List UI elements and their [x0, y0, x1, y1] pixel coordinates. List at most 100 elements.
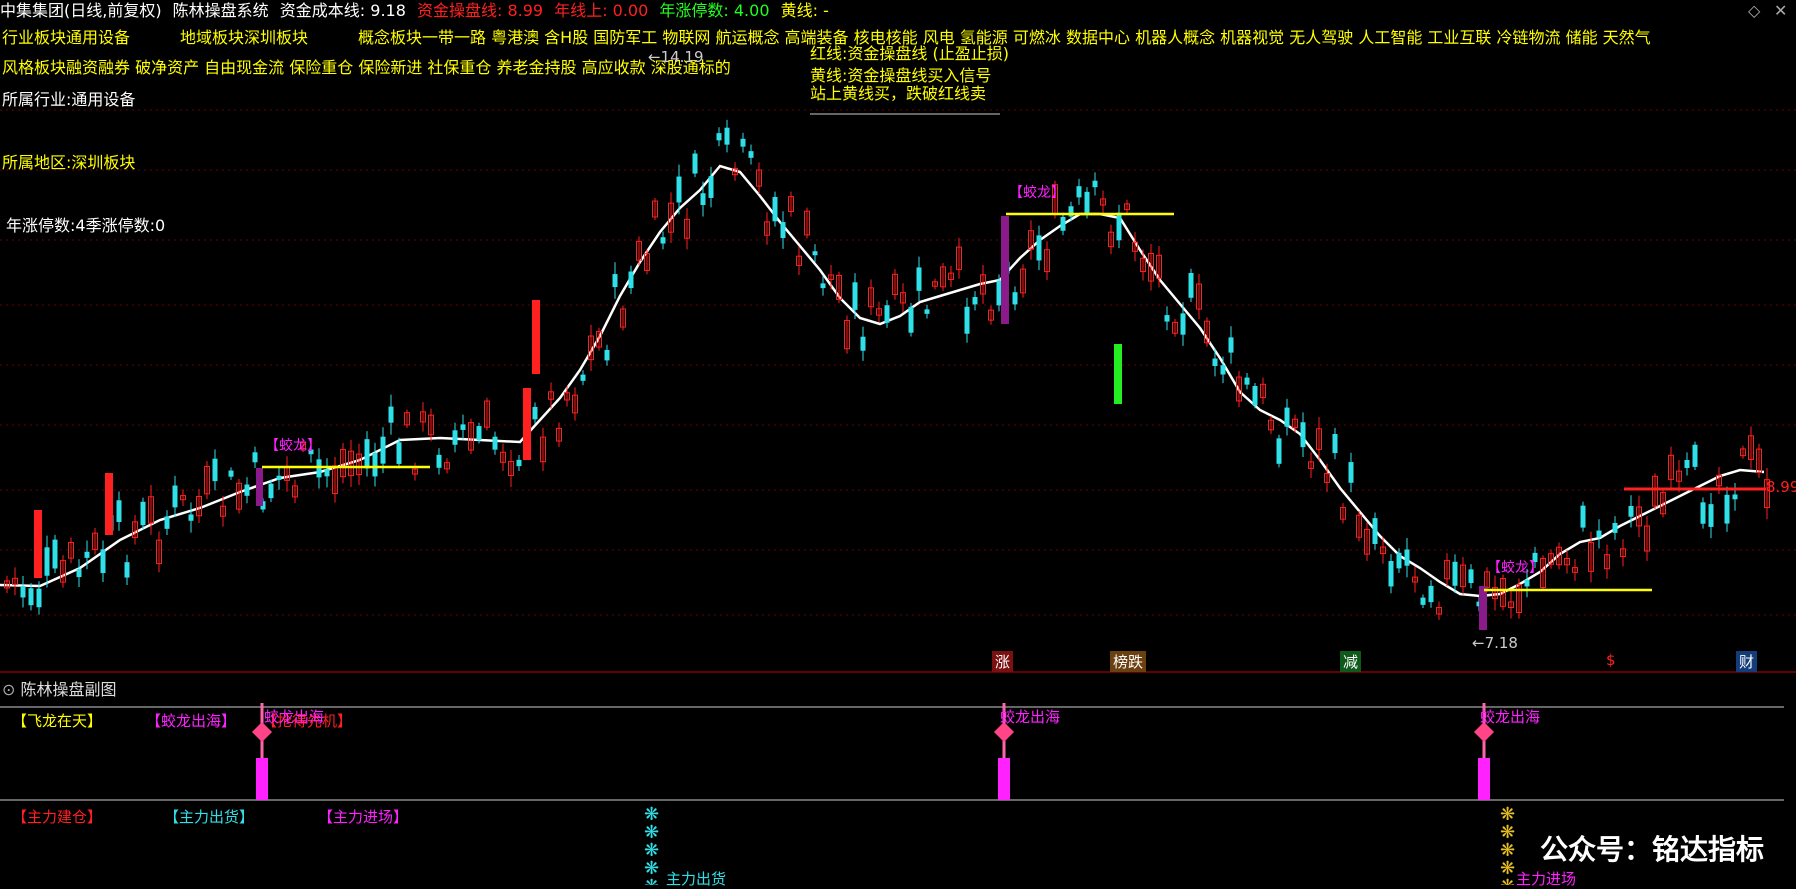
- candle-body: [908, 306, 914, 333]
- candle-body: [1084, 191, 1090, 214]
- candle-body: [1252, 385, 1258, 406]
- candle-body: [708, 176, 714, 198]
- signal-bar: [256, 758, 268, 800]
- butterfly-icon: ❋: [644, 876, 659, 885]
- diamond-icon[interactable]: ◇: [1748, 1, 1760, 20]
- candle-body: [1684, 459, 1690, 468]
- candle-body: [212, 458, 218, 482]
- candle-body: [604, 349, 610, 361]
- candle-body: [1428, 585, 1434, 603]
- candle-body: [692, 153, 698, 174]
- stock-title[interactable]: 中集集团(日线,前复权): [0, 1, 162, 20]
- signal-bar: [256, 468, 263, 506]
- candle-body: [780, 222, 786, 239]
- candle-body: [116, 500, 122, 522]
- yellow-line-label: 黄线: -: [780, 1, 829, 20]
- collapse-icon[interactable]: ⊙: [2, 680, 15, 699]
- candle-body: [396, 442, 402, 464]
- legend-sell: 【主力出货】: [164, 808, 255, 826]
- limit-up-bar: [105, 473, 113, 535]
- event-dollar[interactable]: $: [1606, 651, 1616, 669]
- candle-body: [1372, 518, 1378, 544]
- event-zhang[interactable]: 涨: [992, 651, 1014, 672]
- candle-body: [1724, 494, 1730, 524]
- high-price-label: ←14.19: [648, 48, 704, 66]
- candle-body: [1332, 433, 1338, 454]
- event-cai[interactable]: 财: [1736, 651, 1758, 672]
- cost-line-label: 资金成本线: 9.18: [279, 1, 406, 20]
- candle-body: [852, 282, 858, 310]
- candle-body: [172, 485, 178, 508]
- candle-body: [628, 271, 634, 289]
- subchart-title-row[interactable]: ⊙ 陈林操盘副图: [2, 676, 117, 700]
- trade-line-label: 资金操盘线: 8.99: [416, 1, 544, 20]
- signal-jiaolong-2: 蛟龙出海: [1000, 708, 1061, 726]
- candle-body: [1732, 494, 1738, 500]
- limit-count-label: 年涨停数: 4.00: [659, 1, 770, 20]
- signal-bar: [1479, 586, 1487, 630]
- candle-body: [1220, 365, 1226, 375]
- year-limit-label: 年线上: 0.00: [554, 1, 649, 20]
- candle-body: [252, 452, 258, 463]
- candle-body: [276, 475, 282, 480]
- limit-down-bar: [1114, 344, 1122, 404]
- low-price-value: 7.18: [1484, 634, 1518, 652]
- legend-line-3: 站上黄线买，跌破红线卖: [810, 84, 987, 103]
- candle-body: [244, 484, 250, 496]
- limit-up-bar: [532, 300, 540, 374]
- close-icon[interactable]: ✕: [1774, 1, 1787, 20]
- candle-body: [1404, 549, 1410, 566]
- candle-body: [916, 267, 922, 291]
- region-block: 地域板块深圳板块: [180, 28, 309, 47]
- candle-body: [1524, 579, 1530, 587]
- low-price-label: ←7.18: [1472, 634, 1518, 652]
- candle-body: [1708, 504, 1714, 527]
- candle-body: [924, 309, 930, 314]
- candle-body: [748, 151, 754, 158]
- candle-body: [44, 547, 50, 576]
- signal-bar: [998, 758, 1010, 800]
- candle-body: [124, 562, 130, 578]
- candle-body: [164, 516, 170, 529]
- candle-body: [28, 588, 34, 606]
- header-bar: 中集集团(日线,前复权) 陈林操盘系统 资金成本线: 9.18 资金操盘线: 8…: [0, 0, 1796, 24]
- candle-body: [676, 176, 682, 203]
- candle-body: [1212, 358, 1218, 367]
- signal-bar: [1478, 758, 1490, 800]
- system-name: 陈林操盘系统: [172, 1, 269, 20]
- legend-jiaolong: 【蛟龙出海】: [146, 712, 237, 730]
- candle-body: [1628, 505, 1634, 517]
- candle-body: [1300, 422, 1306, 448]
- candle-body: [324, 469, 330, 477]
- legend-line-2: 黄线:资金操盘线买入信号: [810, 66, 992, 85]
- candle-body: [1700, 502, 1706, 524]
- style-block: 风格板块融资融券 破净资产 自由现金流 保险重仓 保险新进 社保重仓 养老金持股…: [2, 58, 731, 77]
- candle-body: [724, 127, 730, 145]
- candle-body: [996, 280, 1002, 306]
- event-bang-die[interactable]: 榜跌: [1110, 651, 1147, 672]
- candle-body: [388, 406, 394, 423]
- candle-body: [36, 588, 42, 608]
- candle-body: [228, 470, 234, 477]
- signal-jiaolong-3: 蛟龙出海: [1480, 708, 1541, 726]
- limit-up-bar: [523, 388, 531, 460]
- candle-body: [1092, 180, 1098, 188]
- candle-body: [452, 430, 458, 445]
- jiaolong-tag-3: 【蛟龙】: [1487, 560, 1543, 576]
- jiaolong-tag-1: 【蛟龙】: [265, 438, 321, 454]
- candle-body: [972, 297, 978, 305]
- candle-body: [84, 551, 90, 558]
- current-line-price: 8.99: [1766, 478, 1796, 496]
- signal-sell: 主力出货: [666, 870, 727, 888]
- candle-body: [1116, 212, 1122, 241]
- candle-body: [1388, 561, 1394, 587]
- legend-fly: 【飞龙在天】: [12, 712, 103, 730]
- candle-body: [1036, 235, 1042, 261]
- candle-body: [1468, 569, 1474, 584]
- candle-body: [1076, 186, 1082, 198]
- candle-body: [316, 459, 322, 478]
- event-jian[interactable]: 减: [1340, 651, 1362, 672]
- candle-body: [1164, 315, 1170, 322]
- legend-build: 【主力建仓】: [12, 808, 103, 826]
- candle-body: [820, 283, 826, 289]
